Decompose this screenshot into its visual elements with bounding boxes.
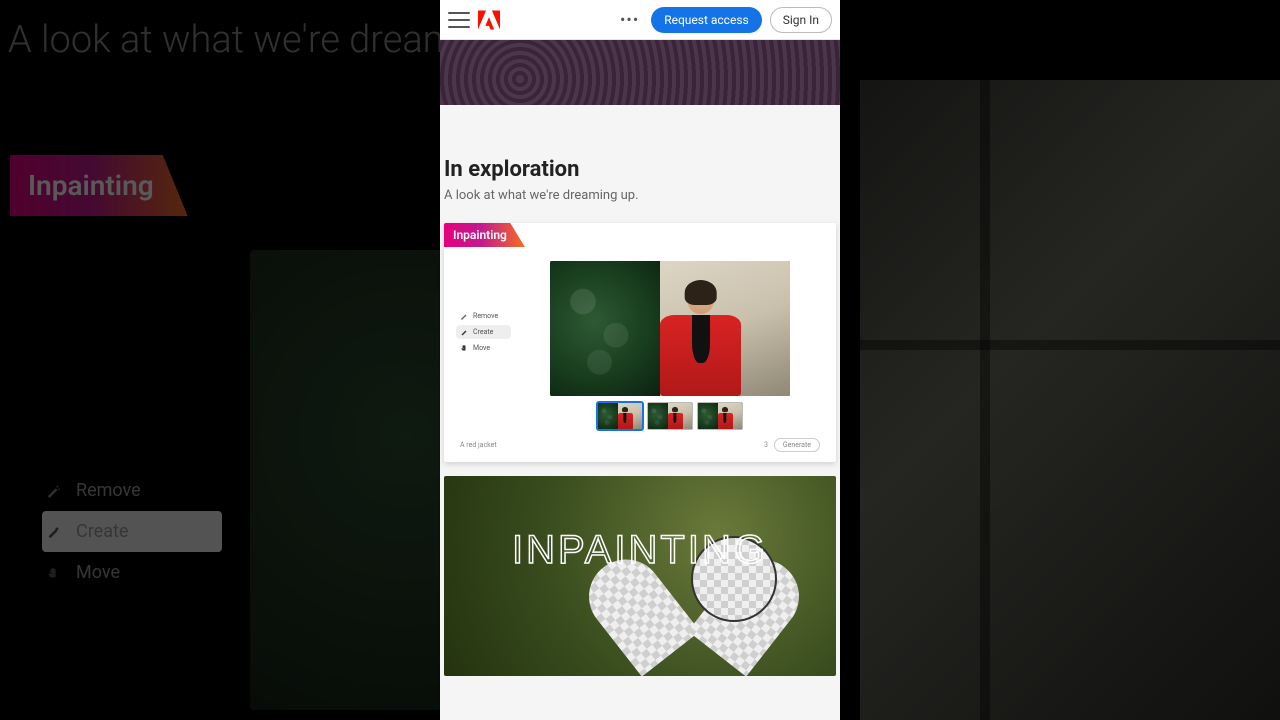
page-content: In exploration A look at what we're drea… bbox=[440, 105, 840, 676]
bg-tool-create[interactable]: Create bbox=[42, 511, 222, 552]
bg-tool-remove[interactable]: Remove bbox=[42, 470, 222, 511]
inpainting-tag-large: Inpainting bbox=[10, 155, 188, 216]
bg-feature-tag: Inpainting bbox=[10, 155, 188, 216]
card-tool-create-label: Create bbox=[473, 328, 493, 336]
generated-image[interactable] bbox=[550, 261, 790, 396]
sign-in-button[interactable]: Sign In bbox=[770, 7, 832, 33]
wand-icon bbox=[460, 312, 468, 320]
brush-cursor bbox=[691, 536, 777, 622]
card-tool-move-label: Move bbox=[473, 344, 490, 352]
thumbnail-1[interactable] bbox=[597, 402, 643, 430]
request-access-button[interactable]: Request access bbox=[651, 7, 762, 33]
card-tool-move[interactable]: Move bbox=[456, 341, 511, 355]
erase-demo-card bbox=[444, 476, 836, 676]
thumbnail-row bbox=[597, 402, 743, 430]
prompt-bar: A red jacket 3 Generate bbox=[444, 438, 836, 462]
thumbnail-2[interactable] bbox=[647, 402, 693, 430]
card-tool-create[interactable]: Create bbox=[456, 325, 511, 339]
section-title: In exploration bbox=[444, 157, 836, 182]
more-menu[interactable]: ••• bbox=[616, 10, 643, 29]
hand-icon bbox=[46, 566, 60, 580]
card-tool-remove[interactable]: Remove bbox=[456, 309, 511, 323]
hero-image-strip bbox=[440, 40, 840, 105]
mobile-viewport: ••• Request access Sign In In exploratio… bbox=[440, 0, 840, 720]
menu-icon[interactable] bbox=[448, 12, 470, 28]
wand-icon bbox=[46, 484, 60, 498]
section-subtitle: A look at what we're dreaming up. bbox=[444, 188, 836, 203]
generate-button[interactable]: Generate bbox=[774, 438, 820, 452]
thumbnail-3[interactable] bbox=[697, 402, 743, 430]
variation-count: 3 bbox=[764, 441, 768, 449]
brush-icon bbox=[460, 328, 468, 336]
bg-heading: A look at what we're dreami bbox=[8, 18, 465, 62]
bg-tool-panel: Remove Create Move bbox=[42, 470, 222, 593]
top-bar: ••• Request access Sign In bbox=[440, 0, 840, 40]
bg-tool-move-label: Move bbox=[76, 562, 120, 583]
prompt-text[interactable]: A red jacket bbox=[460, 441, 497, 449]
bg-tool-remove-label: Remove bbox=[76, 480, 141, 501]
hand-icon bbox=[460, 344, 468, 352]
inpainting-tag: Inpainting bbox=[444, 223, 525, 247]
bg-tool-create-label: Create bbox=[76, 521, 128, 542]
card-preview-area bbox=[519, 261, 820, 430]
inpainting-card: Inpainting Remove Create Move bbox=[444, 223, 836, 462]
card-tool-remove-label: Remove bbox=[473, 312, 498, 320]
card-tool-panel: Remove Create Move bbox=[456, 261, 511, 430]
bg-window-image bbox=[860, 80, 1280, 720]
adobe-logo bbox=[478, 10, 500, 30]
brush-icon bbox=[46, 525, 60, 539]
bg-tool-move[interactable]: Move bbox=[42, 552, 222, 593]
